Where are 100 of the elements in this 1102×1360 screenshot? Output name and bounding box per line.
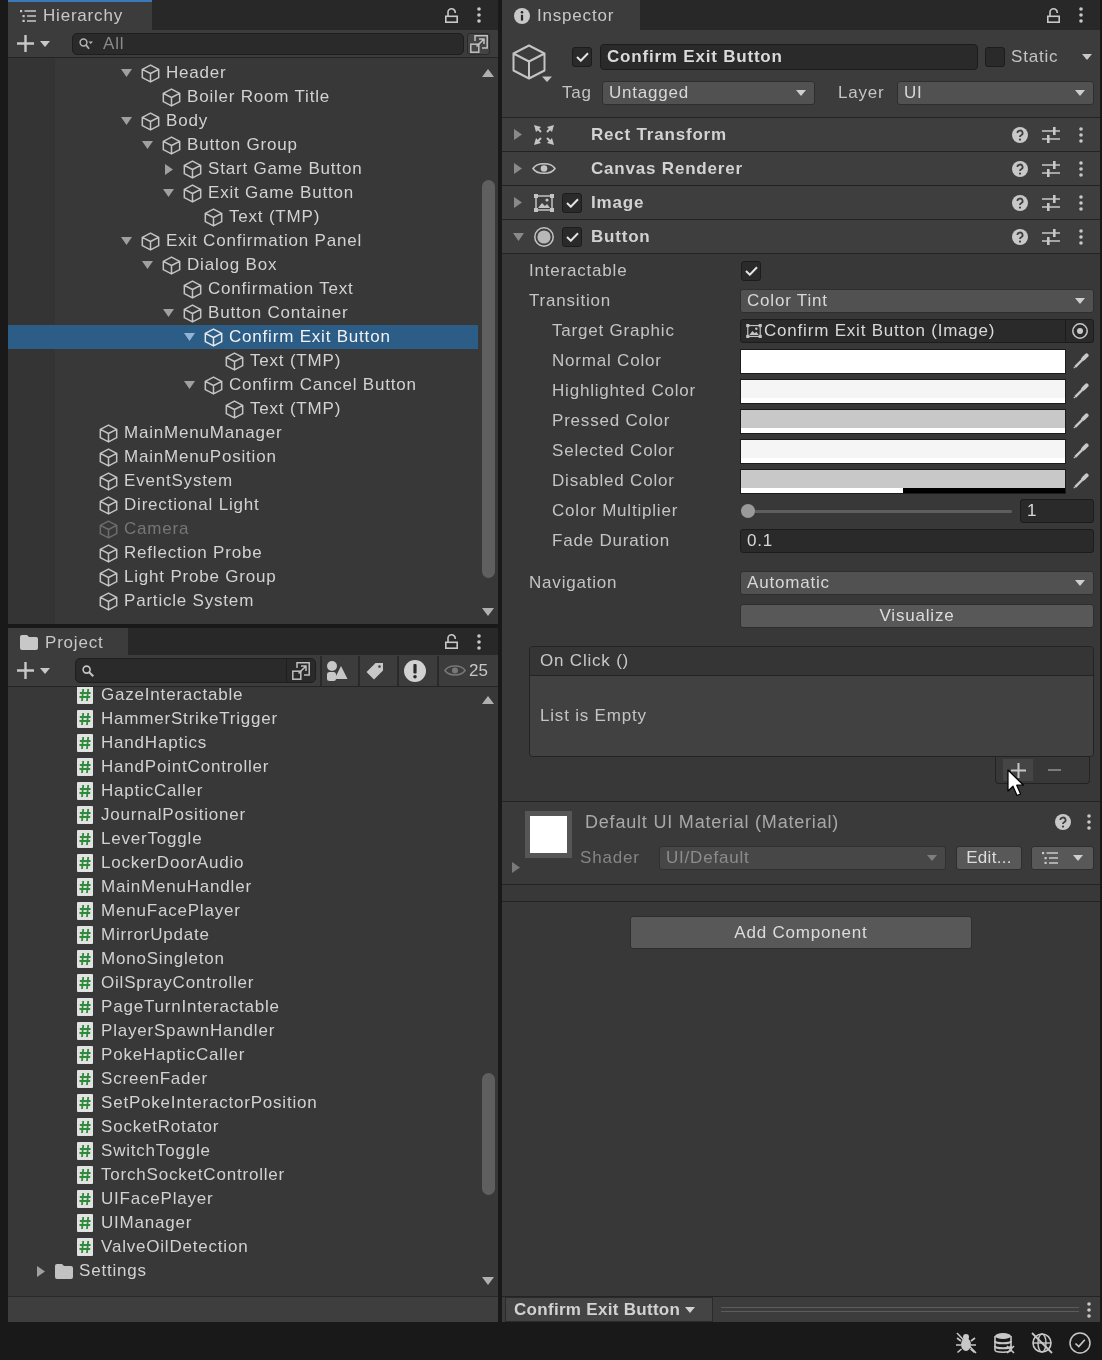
sliders-icon[interactable] bbox=[1042, 228, 1060, 245]
tree-item[interactable]: Button Container bbox=[8, 301, 478, 325]
more-icon[interactable] bbox=[1087, 1301, 1091, 1318]
panel-tab[interactable]: Inspector bbox=[502, 0, 640, 30]
edit-button[interactable]: Edit... bbox=[956, 845, 1022, 870]
database-icon[interactable] bbox=[993, 1332, 1015, 1354]
search-scene-button[interactable] bbox=[467, 32, 490, 55]
file-item[interactable]: TorchSocketController bbox=[8, 1163, 478, 1187]
more-icon[interactable] bbox=[1087, 814, 1091, 830]
tree-item[interactable]: Confirm Exit Button bbox=[8, 325, 478, 349]
file-item[interactable]: MainMenuHandler bbox=[8, 875, 478, 899]
foldout-arrow-icon[interactable] bbox=[184, 333, 195, 341]
foldout-arrow-icon[interactable] bbox=[184, 381, 195, 389]
foldout-arrow-icon[interactable] bbox=[163, 189, 174, 197]
foldout-arrow-icon[interactable] bbox=[514, 163, 522, 174]
sliders-icon[interactable] bbox=[1042, 194, 1060, 211]
tree-item[interactable]: EventSystem bbox=[8, 469, 478, 493]
help-icon[interactable] bbox=[1012, 160, 1028, 177]
tree-item[interactable]: Header bbox=[8, 61, 478, 85]
tree-item[interactable]: Reflection Probe bbox=[8, 541, 478, 565]
file-item[interactable]: UIFacePlayer bbox=[8, 1187, 478, 1211]
tree-item[interactable]: Directional Light bbox=[8, 493, 478, 517]
more-icon[interactable] bbox=[1079, 7, 1083, 23]
more-icon[interactable] bbox=[477, 7, 481, 23]
tree-item[interactable]: Text (TMP) bbox=[8, 205, 478, 229]
cube-icon[interactable] bbox=[512, 44, 552, 82]
file-item[interactable]: ScreenFader bbox=[8, 1067, 478, 1091]
color-field[interactable] bbox=[740, 378, 1066, 404]
file-item[interactable]: GazeInteractable bbox=[8, 687, 478, 707]
hidden-packages-button[interactable]: 25 bbox=[437, 655, 497, 686]
more-icon[interactable] bbox=[1079, 126, 1083, 143]
object-dropdown[interactable]: Confirm Exit Button bbox=[505, 1297, 713, 1322]
tree-item[interactable]: Dialog Box bbox=[8, 253, 478, 277]
foldout-arrow-icon[interactable] bbox=[121, 69, 132, 77]
file-item[interactable]: HandHaptics bbox=[8, 731, 478, 755]
tree-item[interactable]: Button Group bbox=[8, 133, 478, 157]
color-field[interactable] bbox=[740, 438, 1066, 464]
file-item[interactable]: PlayerSpawnHandler bbox=[8, 1019, 478, 1043]
tree-item[interactable]: Exit Game Button bbox=[8, 181, 478, 205]
checkbox[interactable] bbox=[741, 261, 761, 281]
dropdown[interactable]: UI bbox=[897, 80, 1094, 105]
file-item[interactable]: PageTurnInteractable bbox=[8, 995, 478, 1019]
checkbox[interactable] bbox=[562, 226, 582, 247]
options-dropdown[interactable] bbox=[1031, 845, 1094, 870]
file-item[interactable]: OilSprayController bbox=[8, 971, 478, 995]
file-item[interactable]: ValveOilDetection bbox=[8, 1235, 478, 1259]
bug-off-icon[interactable] bbox=[955, 1332, 977, 1354]
tree-item[interactable]: Text (TMP) bbox=[8, 397, 478, 421]
file-item[interactable]: MirrorUpdate bbox=[8, 923, 478, 947]
lock-icon[interactable] bbox=[445, 7, 458, 23]
visualize-button[interactable]: Visualize bbox=[740, 604, 1094, 628]
slider-track[interactable] bbox=[741, 503, 1012, 519]
foldout-arrow-icon[interactable] bbox=[142, 261, 153, 269]
file-item[interactable]: HandPointController bbox=[8, 755, 478, 779]
more-icon[interactable] bbox=[477, 633, 481, 650]
file-item[interactable]: HapticCaller bbox=[8, 779, 478, 803]
scroll-down-icon[interactable] bbox=[482, 1277, 494, 1285]
tree-item[interactable]: MainMenuManager bbox=[8, 421, 478, 445]
object-field[interactable]: Confirm Exit Button (Image) bbox=[740, 319, 1094, 343]
foldout-arrow-icon[interactable] bbox=[512, 232, 524, 241]
name-field[interactable]: Confirm Exit Button bbox=[600, 44, 978, 70]
checkbox[interactable] bbox=[562, 192, 582, 213]
tree-item[interactable]: Exit Confirmation Panel bbox=[8, 229, 478, 253]
scroll-up-icon[interactable] bbox=[482, 696, 494, 704]
foldout-arrow-icon[interactable] bbox=[164, 163, 173, 175]
component-header[interactable]: Image bbox=[502, 186, 1100, 220]
file-item[interactable]: SocketRotator bbox=[8, 1115, 478, 1139]
file-item[interactable]: SetPokeInteractorPosition bbox=[8, 1091, 478, 1115]
component-header[interactable]: Button bbox=[502, 220, 1100, 254]
sliders-icon[interactable] bbox=[1042, 160, 1060, 177]
lock-icon[interactable] bbox=[445, 634, 458, 649]
more-icon[interactable] bbox=[1079, 160, 1083, 177]
search-field[interactable] bbox=[75, 658, 316, 683]
create-button[interactable] bbox=[17, 659, 50, 682]
file-item[interactable]: MenuFacePlayer bbox=[8, 899, 478, 923]
check-circle-icon[interactable] bbox=[1069, 1332, 1091, 1354]
lock-icon[interactable] bbox=[1047, 7, 1060, 23]
panel-tab[interactable]: Project bbox=[8, 628, 128, 655]
component-header[interactable]: Rect Transform bbox=[502, 118, 1100, 152]
help-icon[interactable] bbox=[1055, 814, 1071, 830]
help-icon[interactable] bbox=[1012, 194, 1028, 211]
caret-icon[interactable] bbox=[1082, 54, 1092, 60]
file-item[interactable]: PokeHapticCaller bbox=[8, 1043, 478, 1067]
scrollbar-thumb[interactable] bbox=[481, 1073, 495, 1195]
scroll-down-icon[interactable] bbox=[482, 608, 494, 616]
create-button[interactable] bbox=[17, 32, 50, 55]
dropdown[interactable]: Color Tint bbox=[740, 289, 1094, 313]
file-item[interactable]: UIManager bbox=[8, 1211, 478, 1235]
help-icon[interactable] bbox=[1012, 228, 1028, 245]
dropdown[interactable]: Untagged bbox=[602, 80, 815, 105]
file-item[interactable]: MonoSingleton bbox=[8, 947, 478, 971]
tree-item[interactable]: Boiler Room Title bbox=[8, 85, 478, 109]
number-field[interactable]: 0.1 bbox=[740, 529, 1094, 553]
number-field[interactable]: 1 bbox=[1020, 499, 1094, 523]
sliders-icon[interactable] bbox=[1042, 126, 1060, 143]
tree-item[interactable]: Light Probe Group bbox=[8, 565, 478, 589]
tree-item[interactable]: Text (TMP) bbox=[8, 349, 478, 373]
tree-item[interactable]: Start Game Button bbox=[8, 157, 478, 181]
globe-off-icon[interactable] bbox=[1031, 1332, 1053, 1354]
foldout-arrow-icon[interactable] bbox=[514, 197, 522, 208]
